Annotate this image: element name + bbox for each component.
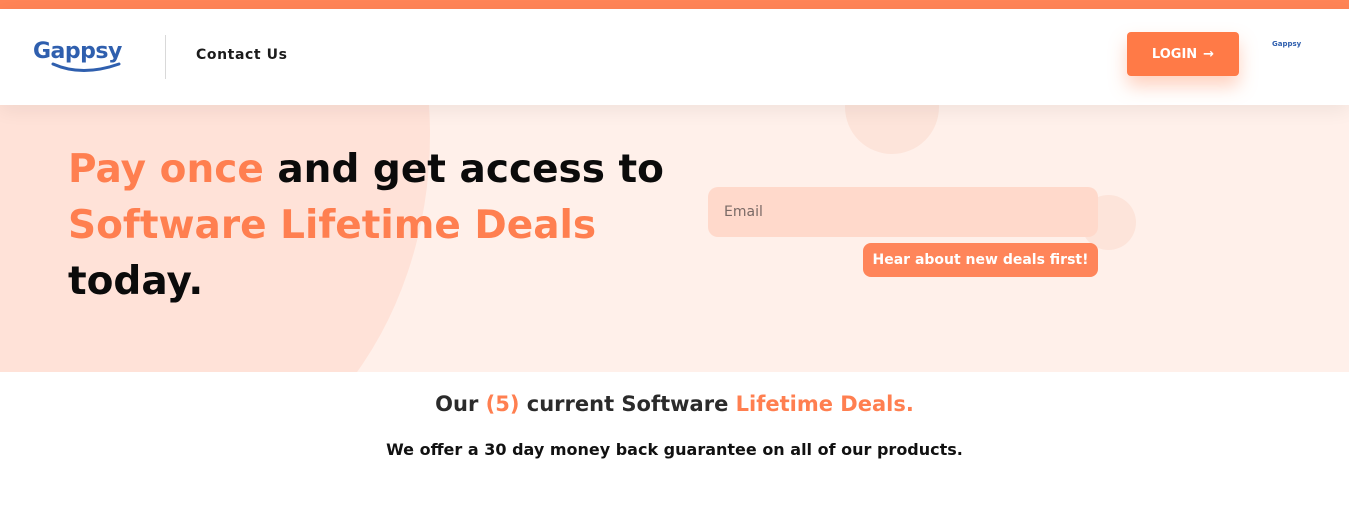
deals-title-middle: current Software [519, 392, 736, 416]
deals-count: (5) [485, 392, 520, 416]
login-button-label: LOGIN [1151, 46, 1198, 62]
arrow-right-icon: → [1203, 46, 1215, 62]
header-divider [165, 35, 166, 79]
hero-heading-accent: Software Lifetime Deals [68, 203, 597, 248]
hero-heading: Pay once and get access to Software Life… [68, 142, 708, 310]
hero-heading-accent: Pay once [68, 147, 264, 192]
deals-section-title: Our (5) current Software Lifetime Deals. [0, 392, 1349, 416]
hero-section: Pay once and get access to Software Life… [0, 105, 1349, 372]
email-input[interactable] [708, 187, 1098, 237]
site-logo[interactable]: Gappsy [33, 39, 133, 79]
hero-heading-text: and get access to [263, 147, 664, 192]
deals-title-prefix: Our [435, 392, 486, 416]
mini-logo: Gappsy [1272, 40, 1302, 48]
subscribe-button[interactable]: Hear about new deals first! [863, 243, 1098, 277]
deals-title-accent: Lifetime Deals. [735, 392, 914, 416]
top-accent-bar [0, 0, 1349, 9]
login-button[interactable]: LOGIN → [1127, 32, 1239, 76]
deals-subtitle: We offer a 30 day money back guarantee o… [386, 440, 963, 459]
site-header: Gappsy Contact Us LOGIN → Gappsy [0, 9, 1349, 105]
hero-heading-text: today. [68, 259, 204, 304]
logo-smile-icon [51, 62, 121, 72]
decorative-circle [845, 105, 939, 154]
nav-contact-us-link[interactable]: Contact Us [196, 47, 288, 63]
